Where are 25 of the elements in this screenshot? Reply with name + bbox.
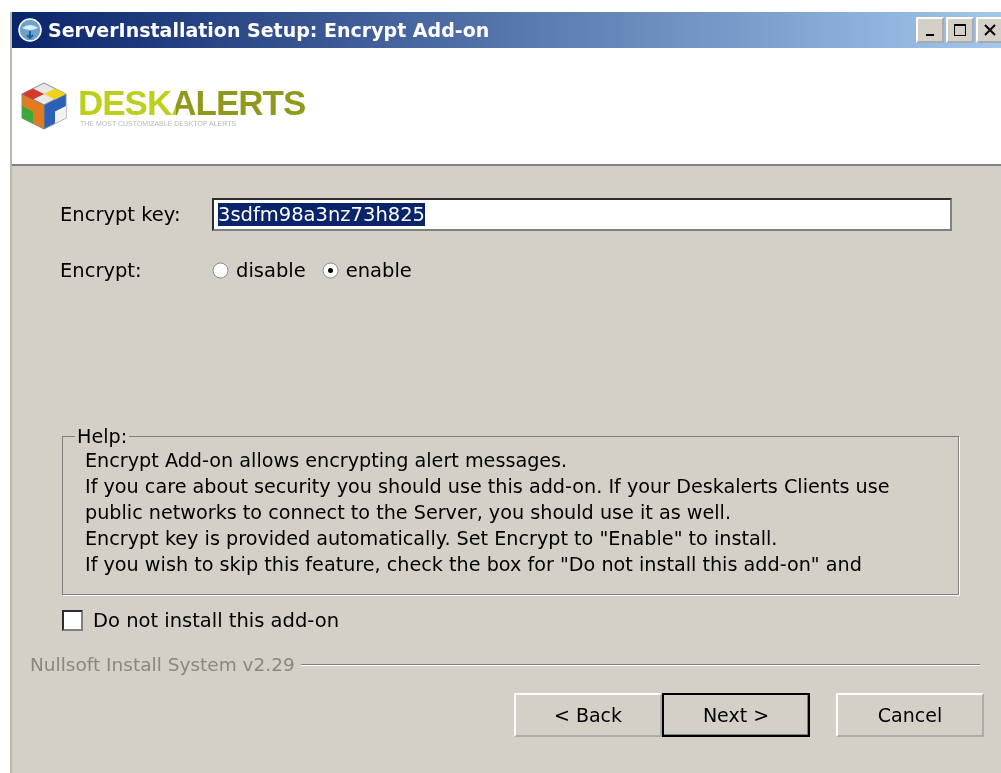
help-title: Help: bbox=[76, 425, 129, 448]
back-button[interactable]: < Back bbox=[514, 693, 662, 737]
skip-checkbox[interactable]: Do not install this add-on bbox=[62, 609, 1001, 632]
window-title: ServerInstallation Setup: Encrypt Add-on bbox=[48, 19, 490, 41]
next-button[interactable]: Next > bbox=[662, 693, 810, 737]
radio-option[interactable]: disable bbox=[212, 259, 306, 282]
installer-branding: Nullsoft Install System v2.29 bbox=[30, 654, 295, 675]
globe-icon bbox=[18, 18, 42, 42]
minimize-icon bbox=[926, 34, 934, 36]
help-text: public networks to connect to the Server, you should use it as well. bbox=[85, 500, 732, 526]
help-text: If you wish to skip this feature, check the box for "Do not install this add-on" and bbox=[85, 552, 863, 578]
maximize-button[interactable] bbox=[946, 17, 974, 43]
radio-option[interactable]: enable bbox=[321, 259, 412, 282]
help-text: Encrypt Add-on allows encrypting alert messages. bbox=[85, 448, 569, 474]
help-text: Encrypt key is provided automatically. Set Encrypt to "Enable" to install. bbox=[85, 526, 779, 552]
encrypt-key-field[interactable]: 3sdfm98a3nz73h825 bbox=[212, 198, 952, 231]
close-button[interactable] bbox=[976, 17, 1001, 43]
cube-logo-icon bbox=[18, 80, 70, 132]
field-label: Encrypt key: bbox=[60, 203, 182, 226]
maximize-icon bbox=[953, 23, 967, 37]
minimize-button[interactable] bbox=[916, 17, 944, 43]
help-text: If you care about security you should use this add-on. If your Deskalerts Clients use bbox=[85, 474, 891, 500]
cancel-button[interactable]: Cancel bbox=[836, 693, 984, 737]
close-icon bbox=[983, 23, 997, 37]
field-label: Encrypt: bbox=[60, 259, 143, 282]
